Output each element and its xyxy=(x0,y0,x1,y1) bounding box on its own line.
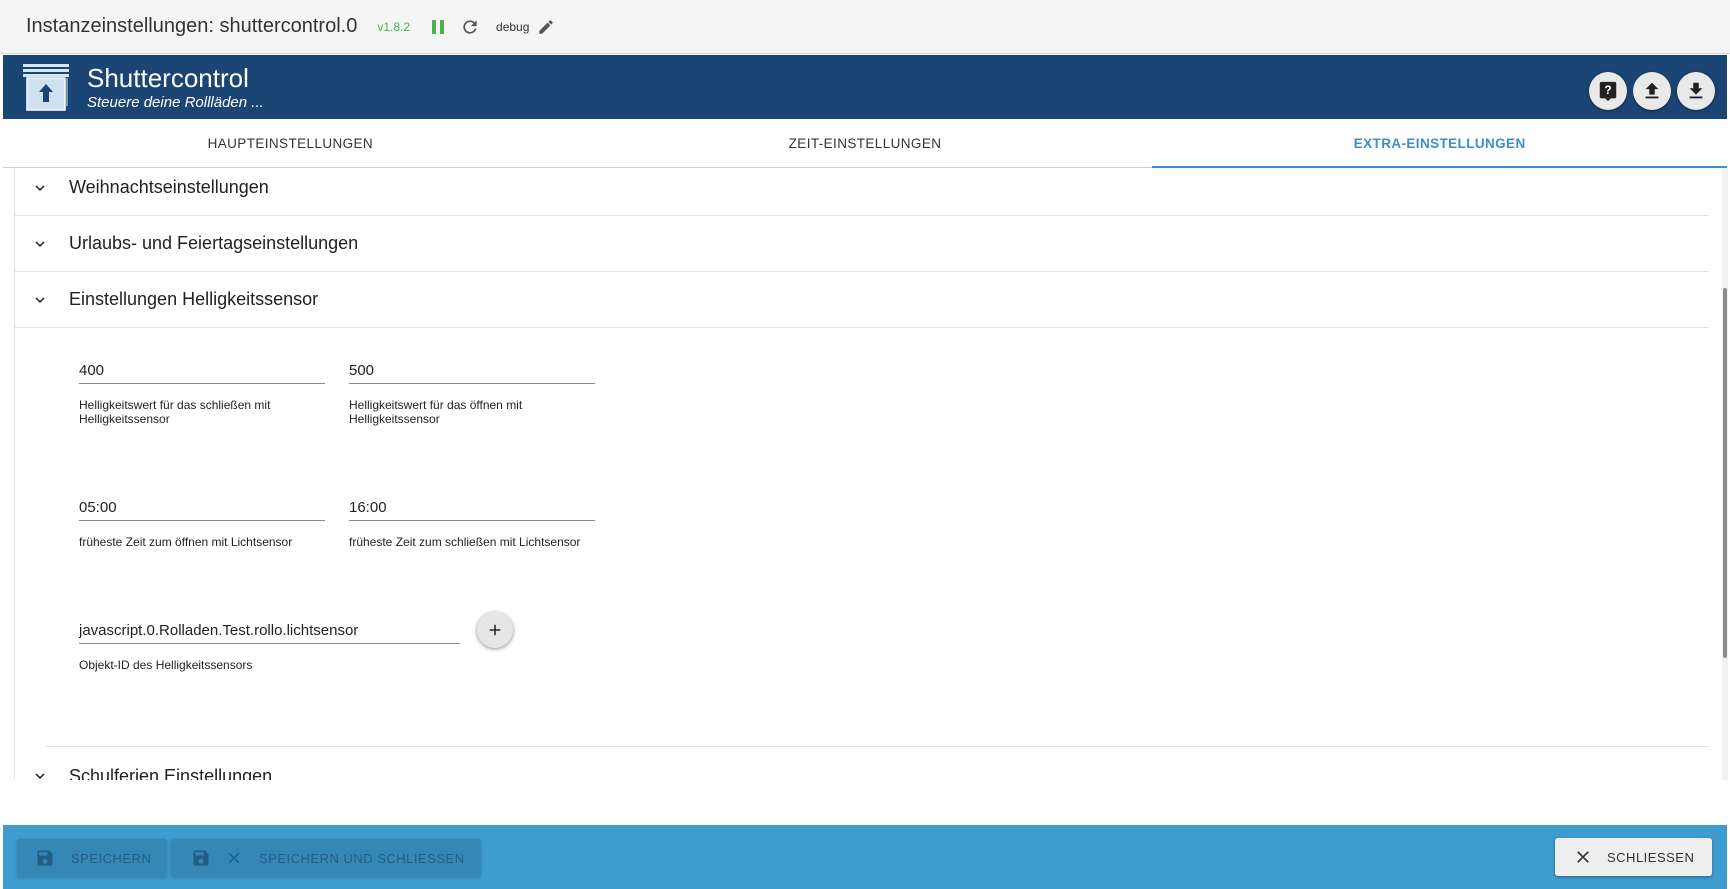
chevron-down-icon xyxy=(35,296,45,303)
save-label: SPEICHERN xyxy=(71,850,152,866)
sensor-object-id-field[interactable]: javascript.0.Rolladen.Test.rollo.lichtse… xyxy=(79,620,460,672)
brightness-open-field[interactable]: 500 Helligkeitswert für das öffnen mit H… xyxy=(349,360,595,426)
shutter-logo-icon xyxy=(23,64,69,111)
help-icon: ? xyxy=(1599,81,1617,102)
edit-icon[interactable] xyxy=(537,18,555,36)
help-button[interactable]: ? xyxy=(1589,72,1627,110)
close-label: SCHLIESSEN xyxy=(1607,849,1695,865)
add-icon xyxy=(489,624,501,636)
tab-main-settings[interactable]: HAUPTEINSTELLUNGEN xyxy=(3,119,578,167)
adapter-banner: Shuttercontrol Steuere deine Rollläden .… xyxy=(3,55,1727,119)
brightness-open-input[interactable]: 500 xyxy=(349,360,595,384)
tab-extra-settings[interactable]: EXTRA-EINSTELLUNGEN xyxy=(1152,119,1727,168)
sensor-object-id-hint: Objekt-ID des Helligkeitssensors xyxy=(79,658,253,672)
footer-bar: SPEICHERN SPEICHERN UND SCHLIESSEN SCHLI… xyxy=(3,825,1727,889)
accordion-christmas[interactable]: Weihnachtseinstellungen xyxy=(15,168,1709,216)
accordion-holiday[interactable]: Urlaubs- und Feiertagseinstellungen xyxy=(15,216,1709,272)
accordion-title: Einstellungen Helligkeitssensor xyxy=(69,289,319,309)
svg-text:?: ? xyxy=(1604,83,1611,97)
earliest-close-time-hint: früheste Zeit zum schließen mit Lichtsen… xyxy=(349,535,581,549)
pause-icon[interactable] xyxy=(432,19,445,34)
close-icon xyxy=(228,852,240,864)
upload-button[interactable] xyxy=(1633,72,1671,110)
brightness-open-hint: Helligkeitswert für das öffnen mit Helli… xyxy=(349,398,523,426)
save-icon xyxy=(37,850,53,866)
content-scrollbar[interactable] xyxy=(1722,168,1728,780)
brightness-close-hint: Helligkeitswert für das schließen mit He… xyxy=(79,398,271,426)
save-icon xyxy=(193,850,209,866)
log-level-label: debug xyxy=(496,19,530,34)
accordion-title: Schulferien Einstellungen xyxy=(69,765,273,781)
version-label: v1.8.2 xyxy=(377,19,411,34)
save-and-close-button[interactable]: SPEICHERN UND SCHLIESSEN xyxy=(171,839,481,877)
earliest-open-time-field[interactable]: 05:00 früheste Zeit zum öffnen mit Licht… xyxy=(79,497,325,549)
earliest-open-time-input[interactable]: 05:00 xyxy=(79,497,325,521)
accordion-brightness[interactable]: Einstellungen Helligkeitssensor xyxy=(15,272,1709,328)
earliest-close-time-input[interactable]: 16:00 xyxy=(349,497,595,521)
download-icon xyxy=(1689,82,1703,99)
download-button[interactable] xyxy=(1677,72,1715,110)
save-button[interactable]: SPEICHERN xyxy=(17,839,167,877)
brightness-close-field[interactable]: 400 Helligkeitswert für das schließen mi… xyxy=(79,360,325,426)
app-subtitle: Steuere deine Rollläden ... xyxy=(87,93,264,111)
section-divider xyxy=(45,746,1709,747)
window-title: Instanzeinstellungen: shuttercontrol.0 xyxy=(26,15,358,37)
tab-time-settings[interactable]: ZEIT-EINSTELLUNGEN xyxy=(578,119,1153,167)
title-bar: Instanzeinstellungen: shuttercontrol.0 v… xyxy=(0,0,1730,54)
accordion-title: Urlaubs- und Feiertagseinstellungen xyxy=(69,233,359,253)
reload-icon[interactable] xyxy=(460,17,480,37)
earliest-open-time-hint: früheste Zeit zum öffnen mit Lichtsensor xyxy=(79,535,293,549)
settings-tabs: HAUPTEINSTELLUNGEN ZEIT-EINSTELLUNGEN EX… xyxy=(3,119,1727,168)
save-and-close-label: SPEICHERN UND SCHLIESSEN xyxy=(259,850,465,866)
chevron-down-icon xyxy=(35,184,45,191)
select-object-button[interactable] xyxy=(477,612,513,648)
sensor-object-id-input[interactable]: javascript.0.Rolladen.Test.rollo.lichtse… xyxy=(79,620,460,644)
chevron-down-icon xyxy=(35,773,45,779)
close-button[interactable]: SCHLIESSEN xyxy=(1555,838,1712,876)
brightness-close-input[interactable]: 400 xyxy=(79,360,325,384)
earliest-close-time-field[interactable]: 16:00 früheste Zeit zum schließen mit Li… xyxy=(349,497,595,549)
upload-icon xyxy=(1645,82,1659,99)
close-icon xyxy=(1577,851,1589,863)
accordion-school-holidays[interactable]: Schulferien Einstellungen xyxy=(15,748,1709,780)
chevron-down-icon xyxy=(35,240,45,247)
app-name: Shuttercontrol xyxy=(87,62,249,93)
accordion-title: Weihnachtseinstellungen xyxy=(69,177,269,197)
extra-settings-panel: Weihnachtseinstellungen Urlaubs- und Fei… xyxy=(14,168,1709,780)
